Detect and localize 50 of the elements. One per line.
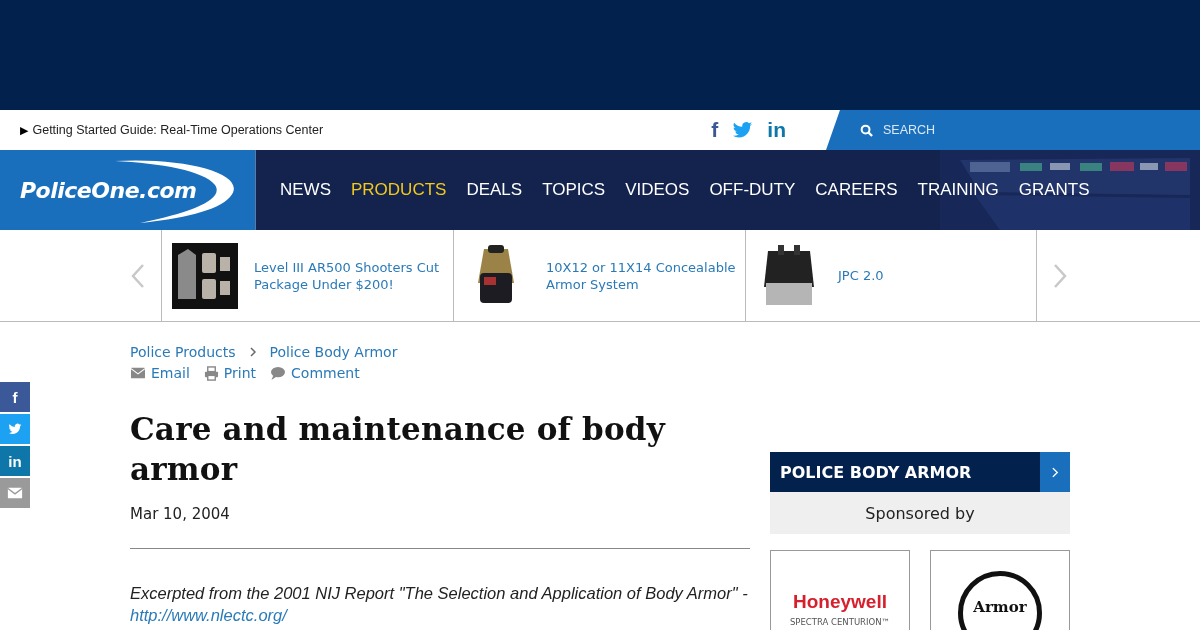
promo-link[interactable]: Getting Started Guide: Real-Time Operations Center <box>32 123 324 137</box>
sponsor-logo[interactable]: Honeywell SPECTRA CENTURION™ <box>770 550 910 630</box>
linkedin-icon[interactable]: in <box>767 119 786 141</box>
source-link[interactable]: http://www.nlectc.org/ <box>130 606 287 624</box>
nav-tab[interactable]: TOPICS <box>542 180 606 200</box>
search-icon <box>860 123 873 137</box>
product-title[interactable]: Level III AR500 Shooters Cut Package Under $200! <box>254 258 444 293</box>
printer-icon <box>203 365 219 381</box>
envelope-icon <box>130 366 146 380</box>
site-logo[interactable]: PoliceOne.com <box>0 150 256 230</box>
nav-tab[interactable]: TRAINING <box>917 180 999 200</box>
breadcrumb-link[interactable]: Police Body Armor <box>269 344 398 360</box>
product-title[interactable]: 10X12 or 11X14 Concealable Armor System <box>546 258 736 293</box>
product-card[interactable]: Level III AR500 Shooters Cut Package Under $200! <box>161 230 453 321</box>
email-link[interactable]: Email <box>130 365 190 381</box>
nav-tab[interactable]: VIDEOS <box>625 180 690 200</box>
sidebar-heading[interactable]: POLICE BODY ARMOR <box>770 452 1070 492</box>
chevron-icon[interactable] <box>1040 452 1070 492</box>
product-title[interactable]: JPC 2.0 <box>838 267 1028 284</box>
comment-link[interactable]: Comment <box>270 365 360 381</box>
twitter-share-button[interactable] <box>0 414 30 444</box>
nav-tab[interactable]: CAREERS <box>815 180 898 200</box>
play-icon[interactable]: ▶ <box>20 123 29 137</box>
speech-bubble-icon <box>270 365 287 381</box>
brand-name: Honeywell <box>793 591 887 613</box>
email-share-button[interactable] <box>0 478 30 508</box>
facebook-icon[interactable]: f <box>711 119 719 141</box>
intro-paragraph: Excerpted from the 2001 NIJ Report "The Selection and Application of Body Armor" - http://www.nlectc.org/ <box>130 583 749 626</box>
breadcrumb-link[interactable]: Police Products <box>130 344 236 360</box>
print-link[interactable]: Print <box>203 365 257 381</box>
linkedin-share-button[interactable]: in <box>0 446 30 476</box>
nav-tab[interactable]: GRANTS <box>1018 180 1090 200</box>
product-card[interactable]: 10X12 or 11X14 Concealable Armor System <box>453 230 745 321</box>
search-field[interactable]: SEARCH <box>883 123 1083 137</box>
chevron-icon <box>249 347 256 357</box>
article-title: Care and maintenance of body armor <box>130 410 667 489</box>
brand-tagline: SPECTRA CENTURION™ <box>789 617 891 627</box>
envelope-icon <box>7 487 23 499</box>
brand-name: Armor <box>973 598 1027 618</box>
nav-tab[interactable]: NEWS <box>280 180 331 200</box>
nav-tab[interactable]: OFF-DUTY <box>709 180 796 200</box>
bird-icon <box>8 423 22 435</box>
article-date: Mar 10, 2004 <box>130 505 231 523</box>
nav-tab[interactable]: PRODUCTS <box>351 180 447 200</box>
sponsored-label: Sponsored by <box>770 492 1070 534</box>
nav-tab[interactable]: DEALS <box>466 180 523 200</box>
sponsor-logo[interactable]: Armor <box>930 550 1070 630</box>
product-card[interactable]: JPC 2.0 <box>745 230 1037 321</box>
facebook-share-button[interactable]: f <box>0 382 30 412</box>
twitter-icon[interactable] <box>732 121 754 139</box>
